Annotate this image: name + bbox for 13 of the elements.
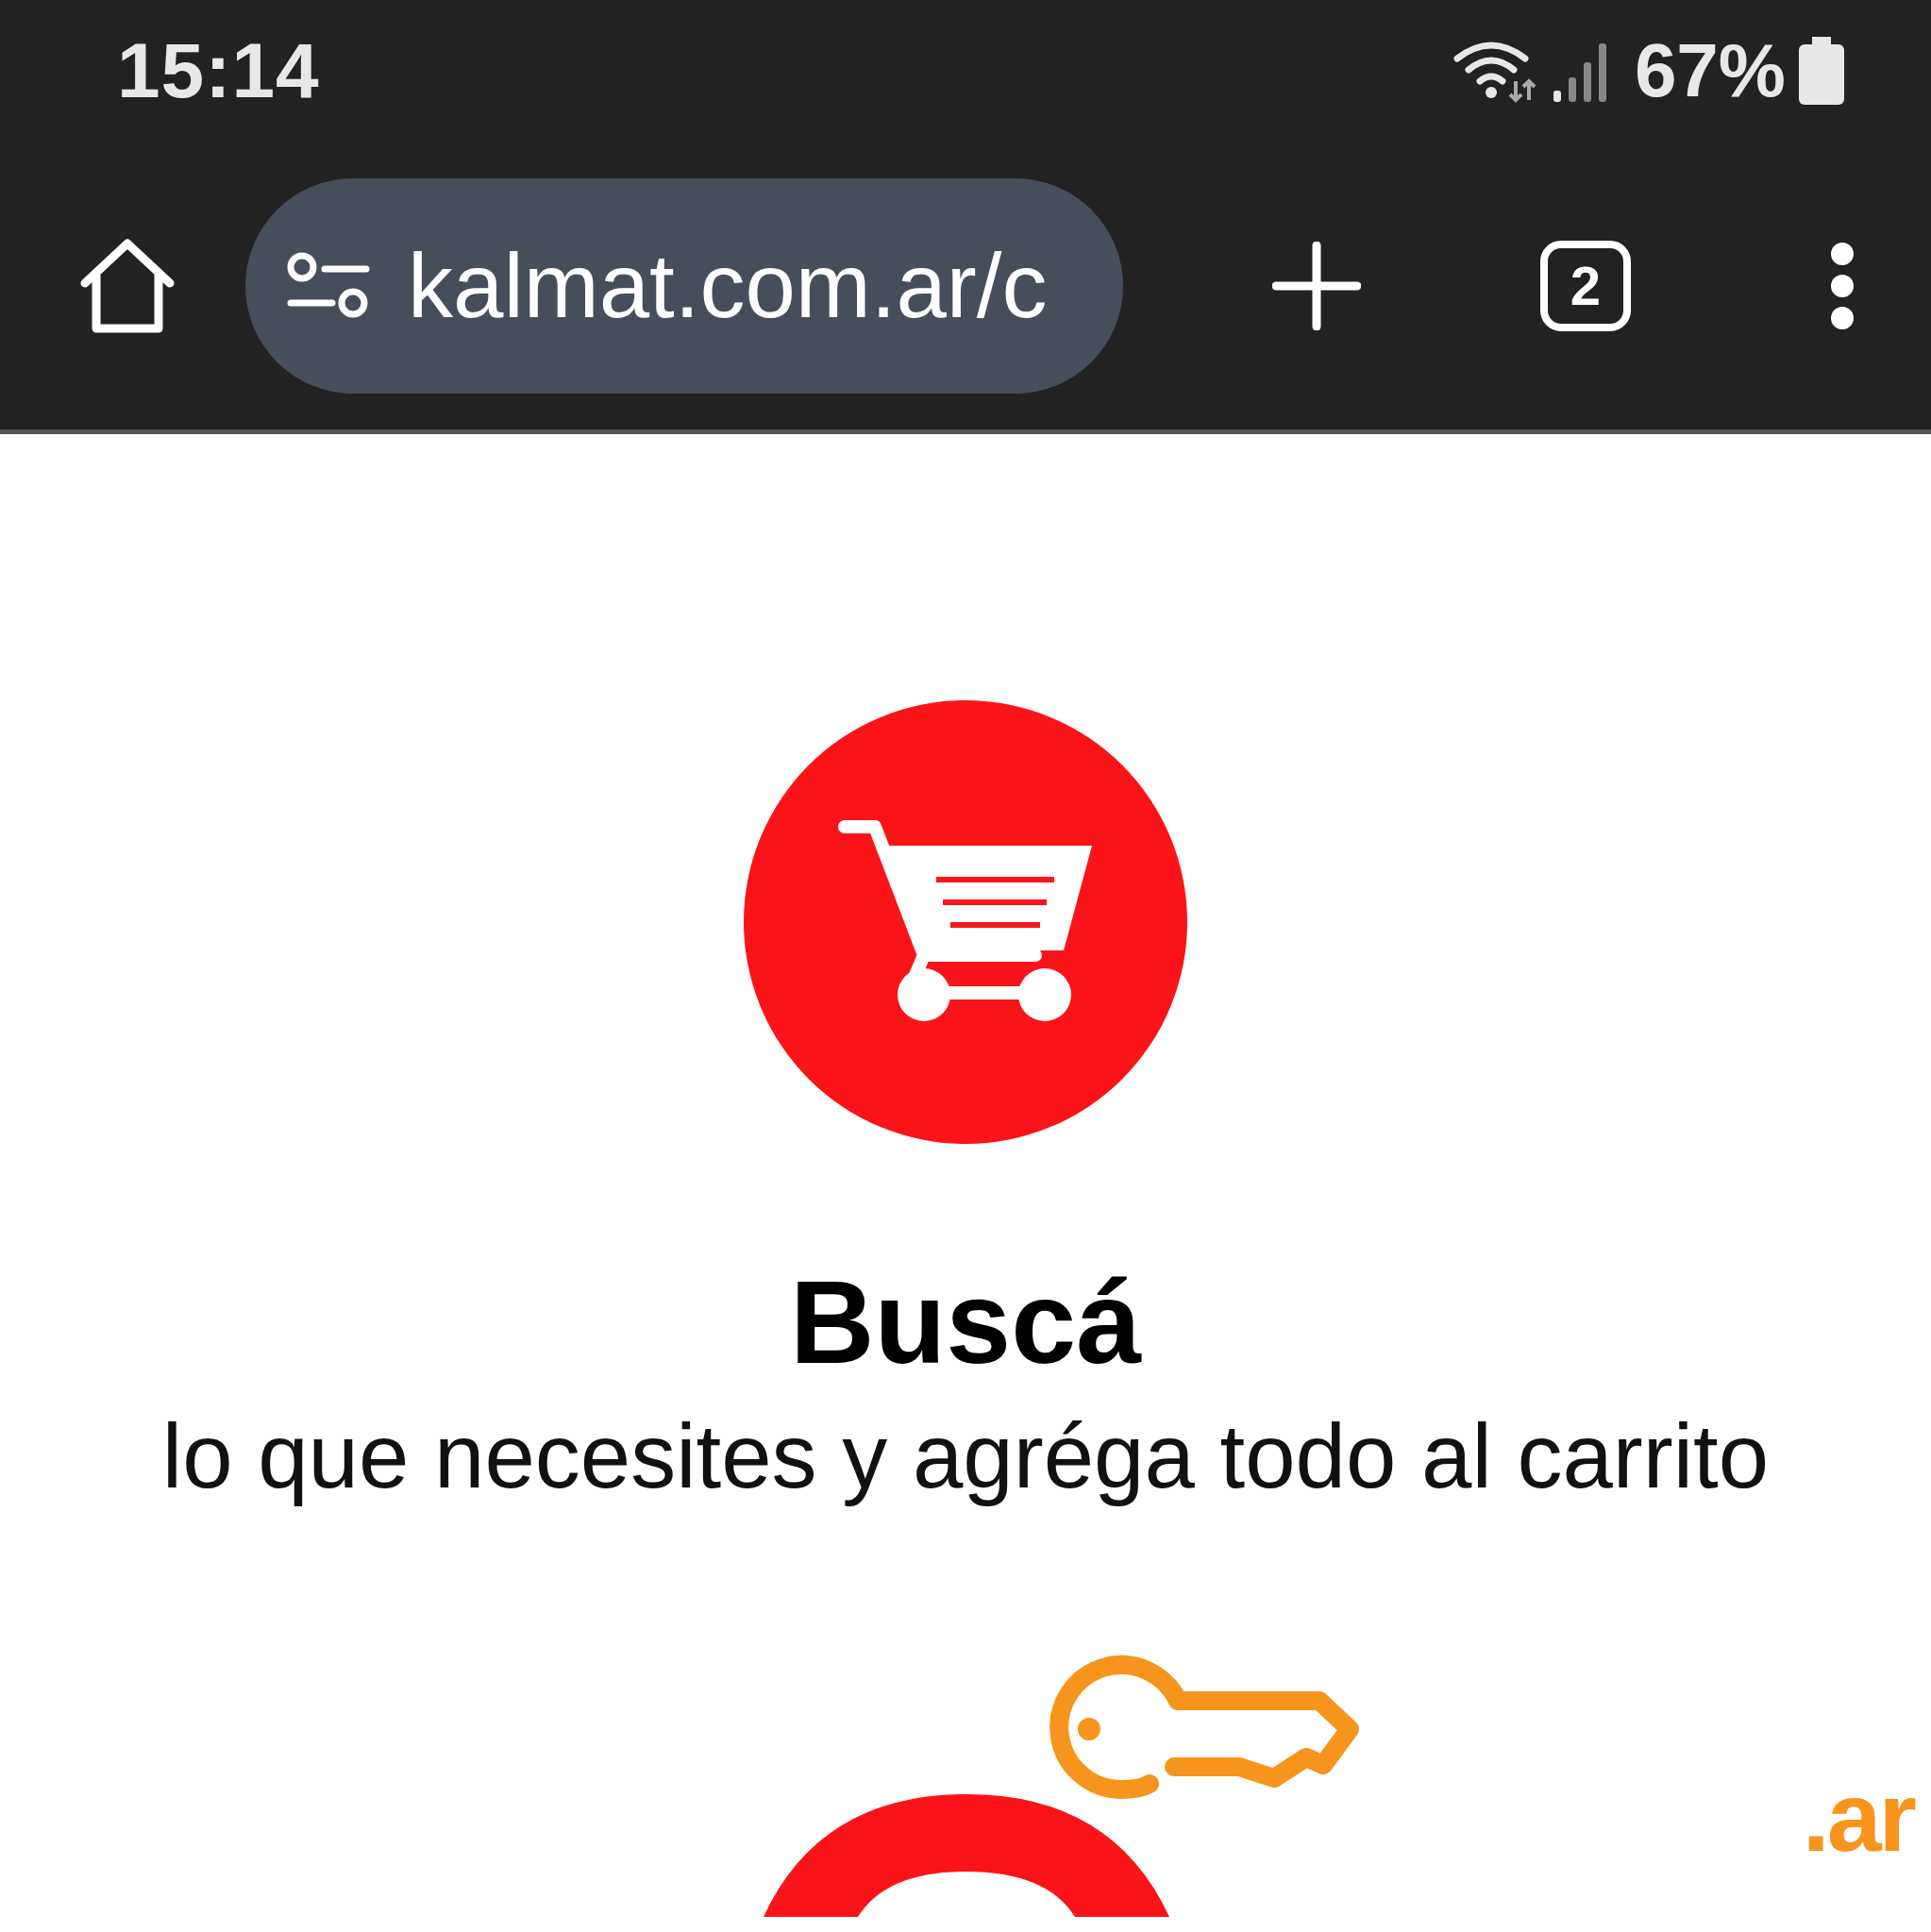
tab-switcher-button[interactable]: 2 bbox=[1540, 240, 1631, 331]
cart-icon bbox=[743, 700, 1188, 1144]
address-bar[interactable]: kalmat.com.ar/c bbox=[245, 177, 1123, 394]
site-settings-icon[interactable] bbox=[287, 251, 370, 320]
battery-level: 67% bbox=[1634, 27, 1786, 114]
new-tab-button[interactable] bbox=[1272, 241, 1361, 330]
domain-mark: .ar bbox=[1802, 1761, 1914, 1873]
url-text: kalmat.com.ar/c bbox=[408, 233, 1048, 338]
menu-button[interactable] bbox=[1829, 240, 1855, 331]
battery-icon bbox=[1799, 37, 1844, 105]
section-description: lo que necesites y agréga todo al carrito bbox=[161, 1404, 1770, 1508]
section-title: Buscá bbox=[789, 1256, 1142, 1389]
clock-time: 15:14 bbox=[117, 26, 320, 115]
